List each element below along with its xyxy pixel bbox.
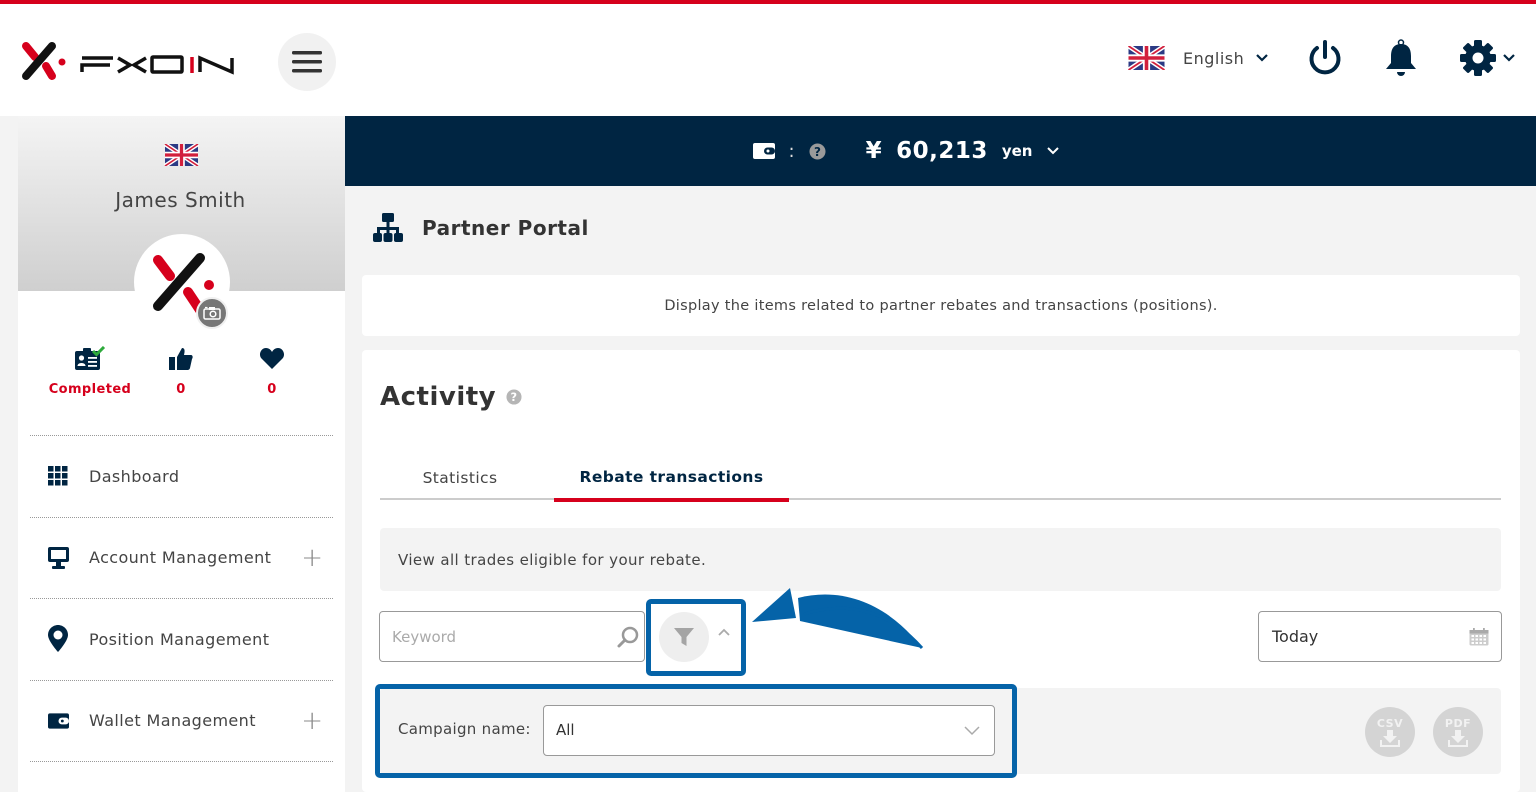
- activity-heading: Activity ?: [380, 382, 522, 412]
- download-icon: [1448, 729, 1468, 747]
- page-description-card: Display the items related to partner reb…: [362, 275, 1520, 336]
- date-range-picker[interactable]: Today: [1258, 611, 1502, 662]
- tab-statistics[interactable]: Statistics: [380, 455, 540, 500]
- sidebar-nav: Dashboard Account Management + Position …: [30, 435, 333, 762]
- sidebar-item-label: Account Management: [89, 548, 272, 568]
- hamburger-icon: [292, 51, 322, 73]
- logout-button[interactable]: [1306, 39, 1344, 81]
- language-selector[interactable]: English: [1128, 46, 1269, 70]
- activity-title: Activity: [380, 382, 497, 412]
- sitemap-icon: [373, 213, 403, 242]
- favorites-count: 0: [267, 382, 277, 397]
- chevron-down-icon: [1256, 54, 1269, 62]
- balance-bar: : ? ¥ 60,213 yen: [345, 116, 1536, 186]
- balance-separator: :: [788, 140, 795, 162]
- nav-divider: [30, 761, 333, 762]
- balance-amount: 60,213: [896, 138, 988, 164]
- currency-symbol: ¥: [865, 138, 883, 164]
- sidebar-item-label: Dashboard: [89, 466, 180, 486]
- sidebar-item-label: Position Management: [89, 629, 270, 649]
- verification-label: Completed: [48, 382, 132, 397]
- sidebar-item-label: Wallet Management: [89, 711, 256, 731]
- help-icon[interactable]: ?: [809, 143, 826, 160]
- chevron-down-icon: [1046, 147, 1059, 155]
- bell-icon: [1386, 39, 1416, 76]
- uk-flag-icon: [1128, 46, 1165, 70]
- export-pdf-label: PDF: [1444, 716, 1472, 730]
- svg-text:?: ?: [814, 145, 821, 159]
- sidebar-item-dashboard[interactable]: Dashboard: [30, 435, 333, 517]
- change-photo-button[interactable]: [196, 297, 228, 329]
- id-card-check-icon: [75, 345, 106, 370]
- calendar-icon: [1469, 628, 1489, 646]
- campaign-select[interactable]: All: [543, 705, 995, 756]
- page-description: Display the items related to partner reb…: [664, 297, 1218, 314]
- search-icon[interactable]: [616, 625, 640, 649]
- language-label: English: [1183, 48, 1245, 68]
- svg-text:?: ?: [511, 391, 518, 404]
- uk-flag-icon: [164, 144, 199, 166]
- map-pin-icon: [48, 625, 68, 653]
- monitor-icon: [48, 546, 69, 569]
- sidebar-item-position-management[interactable]: Position Management: [30, 598, 333, 680]
- expand-plus-icon[interactable]: +: [301, 706, 323, 736]
- heart-icon: [259, 348, 285, 369]
- top-header: English: [0, 4, 1536, 116]
- chevron-down-icon: [964, 726, 980, 736]
- settings-menu-button[interactable]: [1459, 39, 1515, 77]
- campaign-label: Campaign name:: [398, 720, 531, 738]
- page-title: Partner Portal: [422, 216, 589, 240]
- balance-unit: yen: [1001, 142, 1033, 160]
- gear-icon: [1460, 40, 1496, 76]
- verification-status[interactable]: Completed: [48, 345, 132, 397]
- date-value: Today: [1272, 627, 1319, 646]
- likes-count: 0: [176, 382, 186, 397]
- favorites-stat[interactable]: 0: [249, 346, 295, 397]
- sidebar: James Smith Completed 0 0 Dashboard Acco…: [18, 116, 345, 792]
- help-icon[interactable]: ?: [506, 389, 522, 405]
- export-csv-button[interactable]: CSV: [1365, 707, 1415, 757]
- activity-tabs: Statistics Rebate transactions: [380, 455, 1501, 502]
- activity-card: Activity ? Statistics Rebate transaction…: [362, 350, 1520, 792]
- camera-icon: [203, 306, 221, 320]
- keyword-search: [379, 611, 645, 662]
- info-banner: View all trades eligible for your rebate…: [380, 528, 1501, 591]
- power-icon: [1309, 40, 1341, 75]
- export-csv-label: CSV: [1376, 716, 1404, 730]
- user-name: James Smith: [115, 188, 246, 212]
- sidebar-item-account-management[interactable]: Account Management +: [30, 516, 333, 599]
- likes-stat[interactable]: 0: [158, 346, 204, 397]
- info-text: View all trades eligible for your rebate…: [398, 550, 707, 569]
- export-pdf-button[interactable]: PDF: [1433, 707, 1483, 757]
- wallet-icon: [752, 143, 775, 159]
- annotation-arrow-icon: [752, 588, 924, 649]
- keyword-input[interactable]: [392, 612, 602, 661]
- page-header: Partner Portal: [372, 212, 589, 244]
- campaign-value: All: [556, 721, 575, 739]
- download-icon: [1380, 729, 1400, 747]
- filter-highlight-box: [646, 599, 746, 676]
- fxon-logo[interactable]: [18, 38, 238, 84]
- thumbs-up-icon: [169, 348, 193, 370]
- wallet-icon: [48, 713, 69, 729]
- expand-plus-icon[interactable]: +: [301, 543, 323, 573]
- notifications-button[interactable]: [1384, 39, 1418, 81]
- tab-rebate-transactions[interactable]: Rebate transactions: [554, 455, 789, 502]
- wallet-balance[interactable]: : ? ¥ 60,213 yen: [752, 138, 1059, 164]
- chevron-down-icon: [1503, 54, 1515, 62]
- grid-icon: [48, 466, 68, 486]
- menu-toggle-button[interactable]: [278, 33, 336, 91]
- sidebar-item-wallet-management[interactable]: Wallet Management +: [30, 679, 333, 762]
